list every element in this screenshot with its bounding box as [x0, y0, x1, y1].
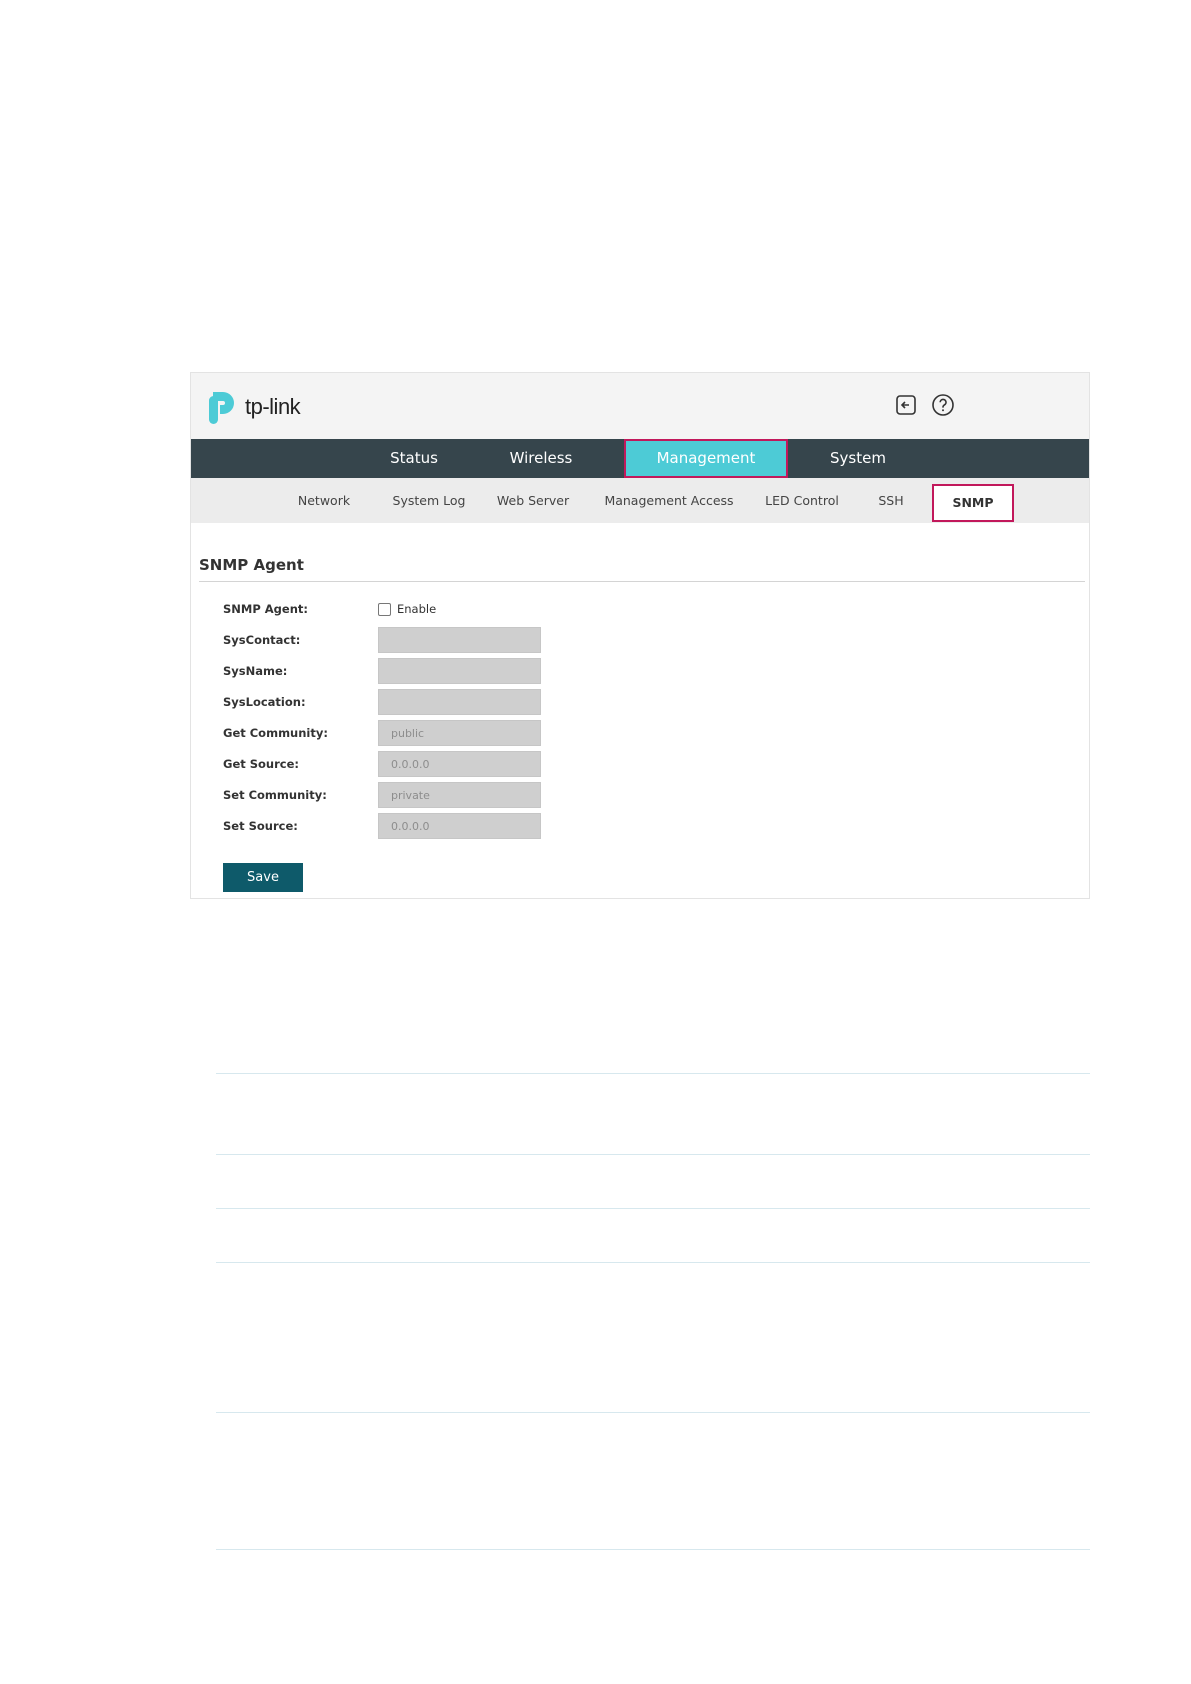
form-row-sysname: SysName:: [223, 657, 541, 685]
table-line: [216, 1154, 1090, 1155]
sysname-label: SysName:: [223, 664, 288, 678]
snmp-agent-row: SNMP Agent: Enable: [223, 595, 436, 623]
brand-name: tp-link: [245, 394, 301, 419]
table-line: [216, 1208, 1090, 1209]
syslocation-label: SysLocation:: [223, 695, 306, 709]
form-row-set-community: Set Community:: [223, 781, 541, 809]
snmp-agent-label: SNMP Agent:: [223, 602, 308, 616]
set-source-label: Set Source:: [223, 819, 298, 833]
help-icon[interactable]: [931, 393, 955, 417]
get-source-label: Get Source:: [223, 757, 299, 771]
syscontact-input[interactable]: [378, 627, 541, 653]
nav-tab-wireless[interactable]: Wireless: [496, 439, 586, 478]
logout-icon[interactable]: [894, 393, 918, 417]
set-community-input[interactable]: [378, 782, 541, 808]
router-admin-window: tp-link Status Wireless Management Syste…: [190, 372, 1090, 899]
subnav-ssh[interactable]: SSH: [866, 478, 916, 523]
section-title: SNMP Agent: [199, 556, 304, 574]
save-button[interactable]: Save: [223, 863, 303, 892]
tp-link-logo: tp-link: [207, 388, 301, 426]
snmp-agent-enable-checkbox[interactable]: [378, 602, 391, 616]
table-line: [216, 1262, 1090, 1263]
set-community-label: Set Community:: [223, 788, 327, 802]
get-community-input[interactable]: [378, 720, 541, 746]
form-row-get-community: Get Community:: [223, 719, 541, 747]
top-bar: tp-link: [191, 373, 1089, 439]
sub-nav: Network System Log Web Server Management…: [191, 478, 1089, 523]
form-row-syscontact: SysContact:: [223, 626, 541, 654]
nav-tab-system[interactable]: System: [813, 439, 903, 478]
section-divider: [199, 581, 1085, 582]
table-line: [216, 1412, 1090, 1413]
form-row-get-source: Get Source:: [223, 750, 541, 778]
get-source-input[interactable]: [378, 751, 541, 777]
subnav-led-control[interactable]: LED Control: [755, 478, 849, 523]
form-row-syslocation: SysLocation:: [223, 688, 541, 716]
set-source-input[interactable]: [378, 813, 541, 839]
nav-tab-status[interactable]: Status: [369, 439, 459, 478]
table-line: [216, 1549, 1090, 1550]
enable-label: Enable: [397, 602, 437, 616]
nav-tab-management[interactable]: Management: [624, 439, 788, 478]
subnav-system-log[interactable]: System Log: [387, 478, 471, 523]
subnav-management-access[interactable]: Management Access: [599, 478, 739, 523]
table-line: [216, 1073, 1090, 1074]
syscontact-label: SysContact:: [223, 633, 301, 647]
subnav-network[interactable]: Network: [291, 478, 357, 523]
tp-link-logo-icon: [209, 392, 234, 424]
main-nav: Status Wireless Management System: [191, 439, 1089, 478]
subnav-web-server[interactable]: Web Server: [491, 478, 575, 523]
get-community-label: Get Community:: [223, 726, 328, 740]
subnav-snmp[interactable]: SNMP: [932, 484, 1014, 522]
form-row-set-source: Set Source:: [223, 812, 541, 840]
syslocation-input[interactable]: [378, 689, 541, 715]
sysname-input[interactable]: [378, 658, 541, 684]
